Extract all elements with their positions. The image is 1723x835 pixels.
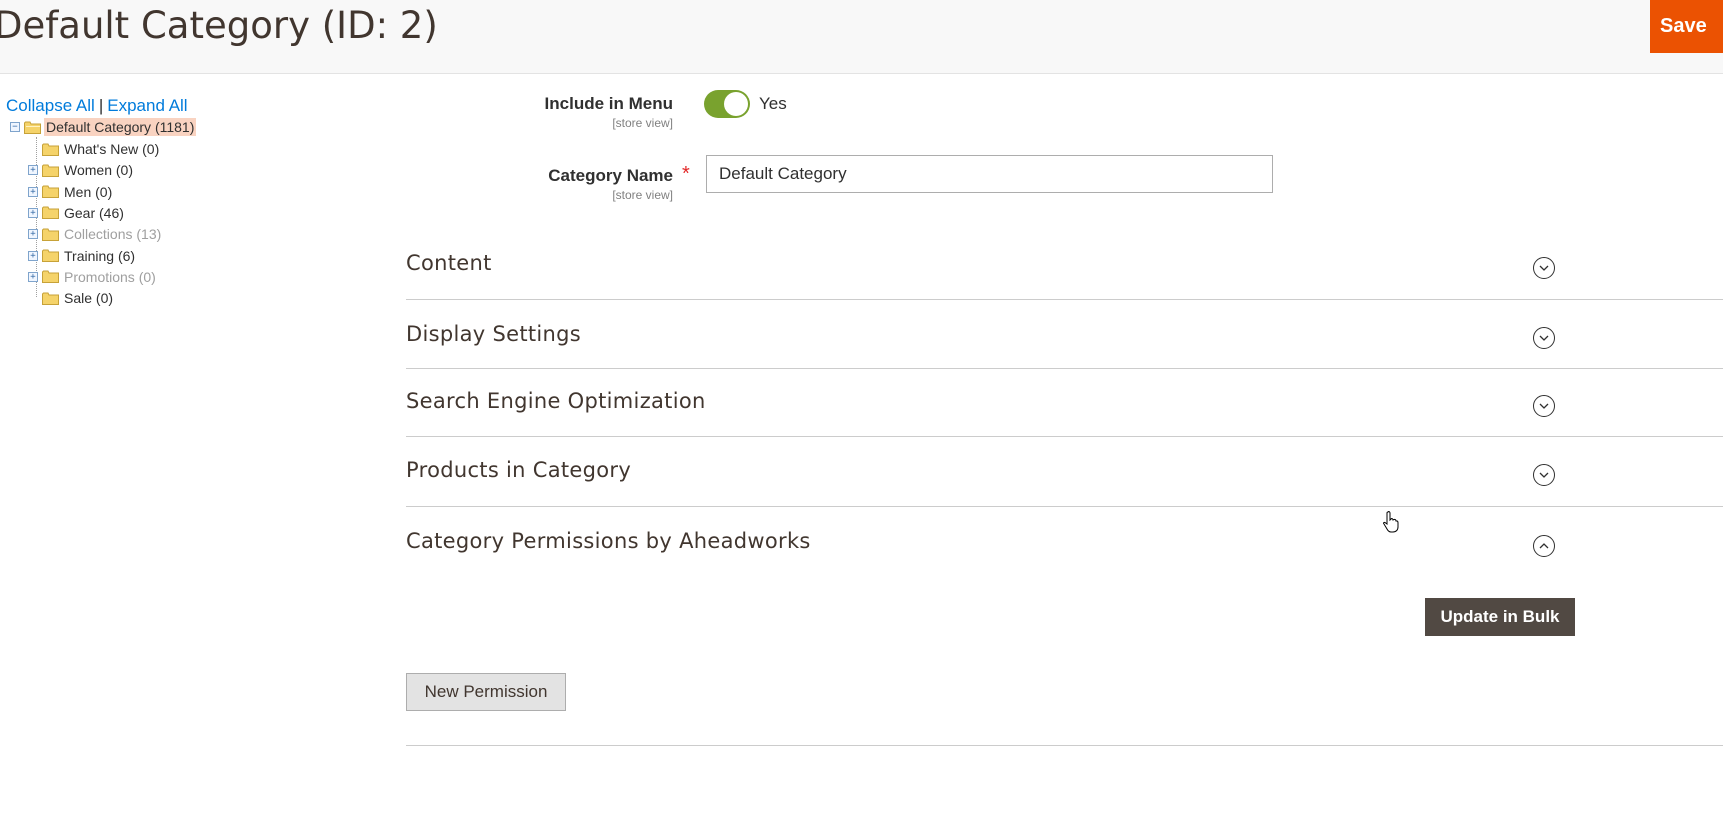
save-button[interactable]: Save [1650, 0, 1723, 53]
tree-node[interactable]: + Training (6) [28, 246, 137, 266]
section-content[interactable]: Content [406, 232, 1723, 300]
required-marker: * [682, 163, 690, 185]
folder-icon [42, 143, 59, 156]
folder-icon [42, 270, 59, 284]
folder-icon [42, 185, 59, 199]
expand-icon[interactable]: + [28, 229, 38, 240]
section-title: Display Settings [406, 322, 582, 346]
tree-node[interactable]: + Promotions (0) [28, 267, 158, 287]
tree-node[interactable]: + Men (0) [28, 182, 114, 202]
tree-node-label[interactable]: Collections (13) [62, 225, 163, 243]
folder-icon [42, 206, 59, 220]
section-products-in-category[interactable]: Products in Category [406, 437, 1723, 507]
tree-node-label[interactable]: Men (0) [62, 183, 114, 201]
expand-icon[interactable]: + [28, 271, 38, 282]
update-in-bulk-button[interactable]: Update in Bulk [1425, 598, 1575, 636]
tree-node-label[interactable]: Default Category (1181) [44, 118, 197, 136]
expand-icon[interactable]: + [28, 165, 38, 176]
section-title: Content [406, 251, 492, 275]
collapse-all-link[interactable]: Collapse All [6, 96, 95, 115]
tree-node-label[interactable]: Sale (0) [62, 289, 115, 307]
include-in-menu-label: Include in Menu [store view] [443, 94, 673, 130]
toggle-knob [724, 92, 748, 116]
include-in-menu-label-text: Include in Menu [544, 94, 673, 113]
divider [406, 745, 1723, 746]
section-search-engine-optimization[interactable]: Search Engine Optimization [406, 369, 1723, 437]
tree-node-label[interactable]: What's New (0) [62, 140, 161, 158]
folder-open-icon [24, 121, 41, 134]
expand-icon[interactable]: + [28, 250, 38, 261]
tree-node-label[interactable]: Promotions (0) [62, 268, 158, 286]
page-title: Default Category (ID: 2) [0, 4, 438, 47]
collapse-icon[interactable]: − [10, 122, 20, 132]
folder-icon [42, 249, 59, 262]
expand-all-link[interactable]: Expand All [107, 96, 187, 115]
tree-node[interactable]: + Collections (13) [28, 224, 163, 244]
tree-actions: Collapse All | Expand All [6, 96, 188, 116]
tree-node-label[interactable]: Training (6) [62, 247, 137, 265]
tree-node-default-category[interactable]: − Default Category (1181) [10, 117, 197, 137]
folder-icon [42, 228, 59, 241]
tree-node-label[interactable]: Women (0) [62, 161, 135, 179]
include-in-menu-value: Yes [759, 94, 787, 113]
section-category-permissions[interactable]: Category Permissions by Aheadworks [406, 507, 1723, 567]
tree-node[interactable]: + Women (0) [28, 160, 135, 180]
category-name-scope: [store view] [612, 188, 673, 202]
chevron-down-icon[interactable] [1533, 395, 1555, 417]
category-name-label-text: Category Name [548, 166, 673, 185]
hand-cursor-icon [1383, 511, 1399, 533]
chevron-down-icon[interactable] [1533, 464, 1555, 486]
tree-node[interactable]: Sale (0) [28, 288, 115, 308]
category-name-input[interactable] [706, 155, 1273, 193]
section-title: Category Permissions by Aheadworks [406, 529, 811, 553]
tree-node[interactable]: What's New (0) [28, 139, 161, 159]
tree-node-label[interactable]: Gear (46) [62, 204, 126, 222]
chevron-up-icon[interactable] [1533, 535, 1555, 557]
expand-icon[interactable]: + [28, 207, 38, 218]
category-name-label: Category Name [store view] [443, 166, 673, 202]
section-title: Search Engine Optimization [406, 389, 706, 413]
new-permission-button[interactable]: New Permission [406, 673, 566, 711]
include-in-menu-toggle[interactable] [704, 90, 750, 118]
section-display-settings[interactable]: Display Settings [406, 300, 1723, 369]
include-in-menu-scope: [store view] [612, 116, 673, 130]
section-title: Products in Category [406, 458, 632, 482]
tree-node[interactable]: + Gear (46) [28, 203, 126, 223]
chevron-down-icon[interactable] [1533, 257, 1555, 279]
folder-icon [42, 164, 59, 177]
chevron-down-icon[interactable] [1533, 327, 1555, 349]
expand-icon[interactable]: + [28, 186, 38, 197]
folder-icon [42, 292, 59, 305]
tree-actions-separator: | [98, 96, 104, 115]
page-header: Default Category (ID: 2) Save [0, 0, 1723, 74]
